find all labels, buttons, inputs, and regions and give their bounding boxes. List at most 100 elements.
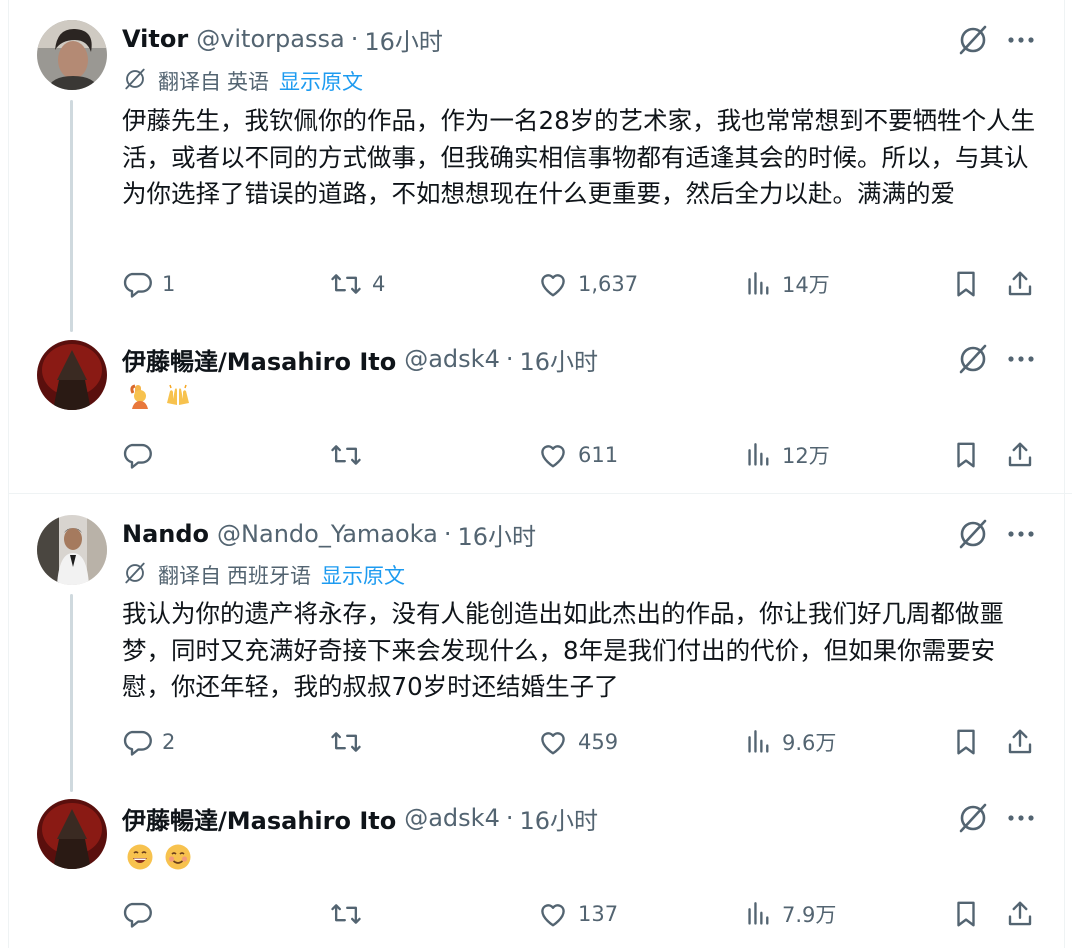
view-count: 14万	[782, 273, 830, 297]
action-bar: 137 7.9万	[0, 894, 1080, 934]
like-count: 1,637	[578, 272, 639, 296]
more-options-icon[interactable]	[1006, 803, 1036, 833]
analytics-icon	[746, 727, 772, 757]
smiling-face-emoji	[164, 843, 192, 875]
show-original-link[interactable]: 显示原文	[279, 66, 363, 96]
bookmark-button[interactable]	[951, 722, 981, 762]
view-count: 7.9万	[782, 903, 837, 927]
tweet-emojis	[126, 843, 192, 875]
repost-count: 4	[372, 272, 386, 296]
timestamp[interactable]: 16小时	[519, 342, 598, 377]
display-name[interactable]: 伊藤暢達/Masahiro Ito	[122, 342, 396, 377]
tweet-text: 我认为你的遗产将永存，没有人能创造出如此杰出的作品，你让我们好几周都做噩梦，同时…	[122, 599, 1004, 701]
like-count: 611	[578, 443, 619, 467]
repost-icon	[330, 899, 362, 929]
repost-button[interactable]	[330, 894, 372, 934]
translate-icon	[122, 560, 158, 591]
timestamp[interactable]: 16小时	[458, 517, 537, 552]
raised-hands-emoji	[164, 383, 192, 415]
thread-divider	[8, 493, 1072, 494]
analytics-icon	[746, 440, 772, 470]
user-handle[interactable]: @vitorpassa	[196, 25, 345, 53]
translated-from-label: 翻译自	[158, 70, 221, 94]
display-name[interactable]: 伊藤暢達/Masahiro Ito	[122, 801, 396, 836]
tweet-header: 伊藤暢達/Masahiro Ito @adsk4 · 16小时	[122, 798, 598, 838]
share-button[interactable]	[1005, 894, 1035, 934]
like-button[interactable]: 137	[538, 894, 618, 934]
bookmark-button[interactable]	[951, 894, 981, 934]
bookmark-icon	[951, 440, 981, 470]
separator-dot: ·	[505, 804, 514, 832]
more-options-icon[interactable]	[1006, 25, 1036, 55]
reply-icon	[122, 440, 152, 470]
source-language: 西班牙语	[227, 564, 311, 588]
reply-button[interactable]: 1	[122, 264, 175, 304]
translate-icon	[122, 66, 158, 97]
share-icon	[1005, 727, 1035, 757]
more-options-icon[interactable]	[1006, 344, 1036, 374]
heart-icon	[538, 269, 568, 299]
reply-button[interactable]: 2	[122, 722, 175, 762]
views-button[interactable]: 14万	[746, 264, 830, 304]
display-name[interactable]: Vitor	[122, 25, 188, 53]
raising-hand-emoji	[126, 383, 154, 415]
bookmark-icon	[951, 269, 981, 299]
like-button[interactable]: 1,637	[538, 264, 638, 304]
separator-dot: ·	[350, 25, 359, 53]
views-button[interactable]: 12万	[746, 435, 830, 475]
reply-icon	[122, 727, 152, 757]
view-count: 12万	[782, 444, 830, 468]
views-button[interactable]: 9.6万	[746, 722, 836, 762]
tweet-header: Vitor @vitorpassa · 16小时	[122, 19, 443, 59]
user-handle[interactable]: @adsk4	[404, 345, 500, 373]
share-icon	[1005, 899, 1035, 929]
action-bar: 611 12万	[0, 435, 1080, 475]
reply-count: 2	[162, 730, 176, 754]
source-language: 英语	[227, 70, 269, 94]
share-icon	[1005, 269, 1035, 299]
analytics-icon	[746, 269, 772, 299]
analytics-icon	[746, 899, 772, 929]
reply-button[interactable]	[122, 435, 162, 475]
reply-button[interactable]	[122, 894, 162, 934]
user-handle[interactable]: @Nando_Yamaoka	[217, 520, 438, 548]
show-original-link[interactable]: 显示原文	[321, 560, 405, 590]
translation-notice: 翻译自 西班牙语 显示原文	[122, 559, 405, 591]
view-count: 9.6万	[782, 731, 837, 755]
like-button[interactable]: 459	[538, 722, 618, 762]
separator-dot: ·	[443, 520, 452, 548]
avatar[interactable]	[37, 340, 107, 410]
share-button[interactable]	[1005, 435, 1035, 475]
more-options-icon[interactable]	[1006, 519, 1036, 549]
bookmark-button[interactable]	[951, 264, 981, 304]
like-button[interactable]: 611	[538, 435, 618, 475]
avatar[interactable]	[37, 799, 107, 869]
tweet-header: 伊藤暢達/Masahiro Ito @adsk4 · 16小时	[122, 339, 598, 379]
tweet-header: Nando @Nando_Yamaoka · 16小时	[122, 514, 536, 554]
avatar[interactable]	[37, 515, 107, 585]
repost-button[interactable]	[330, 722, 372, 762]
repost-icon	[330, 727, 362, 757]
display-name[interactable]: Nando	[122, 520, 209, 548]
reply-icon	[122, 899, 152, 929]
heart-icon	[538, 727, 568, 757]
avatar[interactable]	[37, 20, 107, 90]
views-button[interactable]: 7.9万	[746, 894, 836, 934]
timestamp[interactable]: 16小时	[364, 22, 443, 57]
like-count: 137	[578, 902, 619, 926]
user-handle[interactable]: @adsk4	[404, 804, 500, 832]
grok-icon[interactable]	[955, 341, 991, 377]
share-button[interactable]	[1005, 264, 1035, 304]
grok-icon[interactable]	[955, 800, 991, 836]
grinning-face-emoji	[126, 843, 154, 875]
repost-button[interactable]: 4	[330, 264, 385, 304]
action-bar: 1 4 1,637 14万	[0, 264, 1080, 304]
timestamp[interactable]: 16小时	[519, 801, 598, 836]
share-button[interactable]	[1005, 722, 1035, 762]
bookmark-icon	[951, 899, 981, 929]
bookmark-button[interactable]	[951, 435, 981, 475]
grok-icon[interactable]	[955, 22, 991, 58]
thread-line	[70, 594, 73, 792]
repost-button[interactable]	[330, 435, 372, 475]
grok-icon[interactable]	[955, 516, 991, 552]
